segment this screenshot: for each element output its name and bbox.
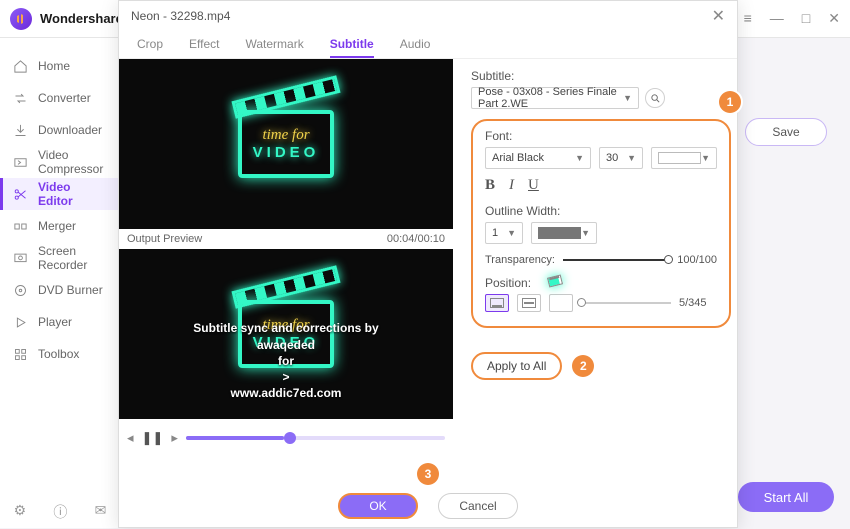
underline-button[interactable]: U [528,177,539,194]
sidebar-item-video-editor[interactable]: Video Editor [0,178,119,210]
grid-icon [12,346,28,362]
sidebar-item-home[interactable]: Home [0,50,119,82]
close-icon[interactable]: ✕ [712,6,725,26]
tab-subtitle[interactable]: Subtitle [330,31,374,58]
position-middle-button[interactable] [517,294,541,312]
outline-color-swatch [538,227,581,239]
timecode: 00:04/00:10 [387,233,445,245]
neon-text-2: VIDEO [253,144,320,161]
chevron-down-icon: ▼ [581,228,590,238]
italic-button[interactable]: I [509,177,514,194]
message-icon[interactable]: ✉ [95,502,107,522]
search-subtitle-button[interactable] [645,88,665,108]
position-slider[interactable] [581,302,671,304]
chevron-down-icon: ▼ [627,153,636,163]
outline-width-select[interactable]: 1▼ [485,222,523,244]
disc-icon [12,282,28,298]
sidebar-item-label: Merger [38,219,76,233]
sidebar-item-label: Home [38,59,70,73]
converter-icon [12,90,28,106]
transparency-value: 100/100 [677,254,717,266]
tab-effect[interactable]: Effect [189,31,219,58]
start-all-button[interactable]: Start All [738,482,834,512]
window-close[interactable]: ✕ [828,10,840,27]
sidebar-item-compressor[interactable]: Video Compressor [0,146,119,178]
position-bottom-button[interactable] [485,294,509,312]
save-button[interactable]: Save [745,118,827,146]
callout-2: 2 [572,355,594,377]
app-brand: Wondershare [40,11,123,26]
outline-label: Outline Width: [485,204,717,218]
sidebar-item-label: Video Compressor [38,148,107,176]
output-preview-label: Output Preview [127,233,202,245]
font-color-select[interactable]: ▼ [651,147,717,169]
merge-icon [12,218,28,234]
subtitle-editor-modal: Neon - 32298.mp4 ✕ Crop Effect Watermark… [118,0,738,528]
position-value: 5/345 [679,297,707,309]
callout-3: 3 [417,463,439,485]
prev-button[interactable]: ◂ [127,430,134,446]
hamburger-icon[interactable]: ≡ [744,10,752,27]
position-top-button[interactable] [549,294,573,312]
source-preview: time forVIDEO [119,59,453,229]
sidebar: Home Converter Downloader Video Compress… [0,38,120,528]
chevron-down-icon: ▼ [507,228,516,238]
font-family-select[interactable]: Arial Black▼ [485,147,591,169]
help-icon[interactable]: ⓘ [53,502,67,522]
sidebar-item-label: Toolbox [38,347,79,361]
sidebar-item-downloader[interactable]: Downloader [0,114,119,146]
subtitle-file-select[interactable]: Pose - 03x08 - Series Finale Part 2.WE▼ [471,87,639,109]
output-preview: time forVIDEO Subtitle sync and correcti… [119,249,453,419]
sidebar-item-label: Player [38,315,72,329]
subtitle-label: Subtitle: [471,69,731,83]
neon-text-1: time for [262,127,309,144]
cancel-button[interactable]: Cancel [438,493,518,519]
app-logo [10,8,32,30]
position-label: Position: [485,276,717,290]
font-settings-group: Font: Arial Black▼ 30▼ ▼ B I U Outline W… [471,119,731,328]
record-icon [12,250,28,266]
home-icon [12,58,28,74]
subtitle-overlay: Subtitle sync and corrections byawaqeded… [119,320,453,401]
chevron-down-icon: ▼ [701,153,710,163]
sidebar-item-label: DVD Burner [38,283,103,297]
sidebar-item-recorder[interactable]: Screen Recorder [0,242,119,274]
apply-to-all-button[interactable]: Apply to All [471,352,562,380]
ok-button[interactable]: OK [338,493,418,519]
window-maximize[interactable]: □ [802,10,810,27]
tab-crop[interactable]: Crop [137,31,163,58]
sidebar-item-label: Downloader [38,123,102,137]
font-label: Font: [485,129,717,143]
sidebar-item-merger[interactable]: Merger [0,210,119,242]
window-minimize[interactable]: — [770,10,784,27]
settings-icon[interactable]: ⚙ [14,502,27,522]
sidebar-item-label: Screen Recorder [38,244,107,272]
pause-button[interactable]: ❚❚ [142,430,164,446]
modal-title: Neon - 32298.mp4 [131,9,230,23]
transparency-label: Transparency: [485,254,555,266]
bold-button[interactable]: B [485,177,495,194]
tab-watermark[interactable]: Watermark [245,31,303,58]
transparency-slider[interactable] [563,259,669,261]
download-icon [12,122,28,138]
callout-1: 1 [719,91,741,113]
chevron-down-icon: ▼ [575,153,584,163]
sidebar-item-toolbox[interactable]: Toolbox [0,338,119,370]
tab-audio[interactable]: Audio [400,31,431,58]
font-size-select[interactable]: 30▼ [599,147,643,169]
seek-slider[interactable] [186,436,445,440]
scissors-icon [12,186,28,202]
sidebar-item-player[interactable]: Player [0,306,119,338]
sidebar-item-converter[interactable]: Converter [0,82,119,114]
next-button[interactable]: ▸ [171,430,178,446]
outline-color-select[interactable]: ▼ [531,222,597,244]
sidebar-item-dvd[interactable]: DVD Burner [0,274,119,306]
font-color-swatch [658,152,701,164]
play-icon [12,314,28,330]
sidebar-item-label: Converter [38,91,91,105]
compress-icon [12,154,28,170]
chevron-down-icon: ▼ [623,93,632,103]
sidebar-item-label: Video Editor [38,180,107,208]
